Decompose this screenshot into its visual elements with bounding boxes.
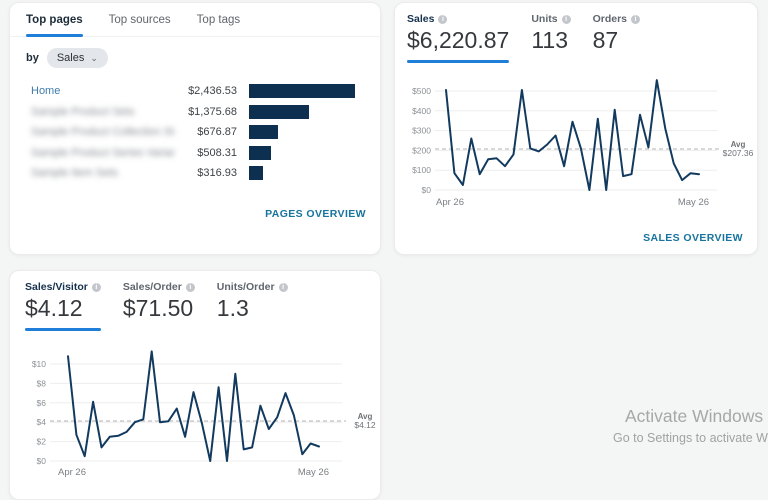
top-pages-card: Top pages Top sources Top tags by Sales … xyxy=(9,2,381,255)
metric-label: Sales/Order xyxy=(123,281,182,293)
metric-value: $71.50 xyxy=(123,295,195,322)
pages-overview-link[interactable]: PAGES OVERVIEW xyxy=(265,208,366,220)
svg-text:$100: $100 xyxy=(412,165,431,175)
metric-units-per-order[interactable]: Units/Order i 1.3 xyxy=(217,281,288,331)
tab-top-tags[interactable]: Top tags xyxy=(197,3,240,36)
metric-value: $4.12 xyxy=(25,295,101,322)
metric-units[interactable]: Unitsi 113 xyxy=(531,13,570,63)
by-label: by xyxy=(26,52,39,64)
sales-per-visitor-line-chart: $0$2$4$6$8$10Avg$4.12Apr 26May 26 xyxy=(10,329,382,489)
activate-windows-subtext: Go to Settings to activate W xyxy=(613,431,768,445)
tab-top-pages[interactable]: Top pages xyxy=(26,3,83,36)
info-icon[interactable]: i xyxy=(438,15,447,24)
svg-text:$4.12: $4.12 xyxy=(354,420,376,430)
activate-windows-text: Activate Windows xyxy=(625,406,768,427)
metric-value: 113 xyxy=(531,27,570,54)
svg-text:$0: $0 xyxy=(37,456,47,466)
svg-text:$8: $8 xyxy=(37,378,47,388)
sales-bar xyxy=(249,105,309,119)
ratios-card: Sales/Visitor i $4.12 Sales/Order i $71.50… xyxy=(9,270,381,500)
svg-text:$2: $2 xyxy=(37,437,47,447)
svg-text:May 26: May 26 xyxy=(678,197,709,208)
sales-card: Salesi $6,220.87 Unitsi 113 Ordersi 87 $… xyxy=(394,2,758,255)
svg-text:$0: $0 xyxy=(422,185,432,195)
page-link[interactable]: Sample Product Collection Starter Set xyxy=(31,126,175,138)
metric-value: $6,220.87 xyxy=(407,27,509,54)
info-icon[interactable]: i xyxy=(186,283,195,292)
metric-sales[interactable]: Salesi $6,220.87 xyxy=(407,13,509,63)
svg-text:$400: $400 xyxy=(412,106,431,116)
sales-overview-link[interactable]: SALES OVERVIEW xyxy=(643,232,743,244)
metric-sales-per-order[interactable]: Sales/Order i $71.50 xyxy=(123,281,195,331)
svg-text:$6: $6 xyxy=(37,398,47,408)
info-icon[interactable]: i xyxy=(279,283,288,292)
sales-metrics: Salesi $6,220.87 Unitsi 113 Ordersi 87 xyxy=(395,3,757,63)
info-icon[interactable]: i xyxy=(631,15,640,24)
metric-orders[interactable]: Ordersi 87 xyxy=(593,13,640,63)
metric-label: Orders xyxy=(593,13,627,25)
ratios-metrics: Sales/Visitor i $4.12 Sales/Order i $71.50… xyxy=(10,271,380,331)
svg-text:$10: $10 xyxy=(32,359,46,369)
page-sales-value: $316.93 xyxy=(175,167,237,179)
chevron-down-icon: ⌄ xyxy=(90,55,98,61)
svg-text:$200: $200 xyxy=(412,145,431,155)
table-row: Sample Product Series Variant $508.31 xyxy=(10,143,380,164)
info-icon[interactable]: i xyxy=(92,283,101,292)
page-sales-value: $1,375.68 xyxy=(175,106,237,118)
info-icon[interactable]: i xyxy=(562,15,571,24)
metric-label: Units xyxy=(531,13,557,25)
page-link[interactable]: Sample Product Sets xyxy=(31,106,175,118)
windows-activation-watermark: Activate Windows Go to Settings to activ… xyxy=(613,406,768,445)
table-row: Sample Item Sets $316.93 xyxy=(10,163,380,184)
tab-top-sources[interactable]: Top sources xyxy=(109,3,171,36)
page-sales-value: $2,436.53 xyxy=(175,85,237,97)
svg-text:$4: $4 xyxy=(37,417,47,427)
svg-text:$207.36: $207.36 xyxy=(723,148,754,158)
svg-text:Apr 26: Apr 26 xyxy=(436,197,464,208)
sales-bar xyxy=(249,166,263,180)
metric-value: 1.3 xyxy=(217,295,288,322)
metric-label: Units/Order xyxy=(217,281,275,293)
sales-bar xyxy=(249,125,278,139)
sort-by-dropdown[interactable]: Sales ⌄ xyxy=(47,48,108,68)
sales-bar xyxy=(249,84,355,98)
top-pages-tabbar: Top pages Top sources Top tags xyxy=(10,3,380,37)
sales-bar xyxy=(249,146,271,160)
table-row: Sample Product Collection Starter Set $6… xyxy=(10,122,380,143)
page-link[interactable]: Home xyxy=(31,85,175,97)
svg-text:$500: $500 xyxy=(412,86,431,96)
page-sales-value: $676.87 xyxy=(175,126,237,138)
metric-label: Sales/Visitor xyxy=(25,281,88,293)
table-row: Home $2,436.53 xyxy=(10,81,380,102)
svg-text:$300: $300 xyxy=(412,126,431,136)
page-sales-value: $508.31 xyxy=(175,147,237,159)
daily-sales-line-chart: $0$100$200$300$400$500Avg$207.36Apr 26Ma… xyxy=(395,58,759,228)
table-row: Sample Product Sets $1,375.68 xyxy=(10,102,380,123)
metric-label: Sales xyxy=(407,13,434,25)
top-pages-list: Home $2,436.53 Sample Product Sets $1,37… xyxy=(10,81,380,184)
metric-value: 87 xyxy=(593,27,640,54)
svg-text:Apr 26: Apr 26 xyxy=(58,467,86,478)
page-link[interactable]: Sample Item Sets xyxy=(31,167,175,179)
sort-by-value: Sales xyxy=(57,52,85,64)
filter-row: by Sales ⌄ xyxy=(10,37,380,68)
metric-sales-per-visitor[interactable]: Sales/Visitor i $4.12 xyxy=(25,281,101,331)
page-link[interactable]: Sample Product Series Variant xyxy=(31,147,175,159)
svg-text:May 26: May 26 xyxy=(298,467,329,478)
